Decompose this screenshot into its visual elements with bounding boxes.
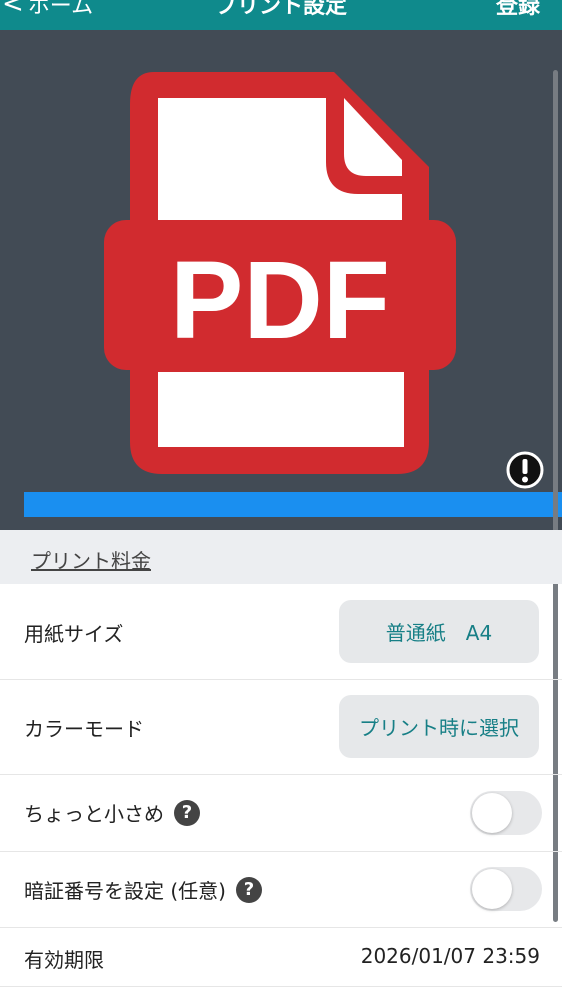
expiry-value: 2026/01/07 23:59 (360, 944, 540, 968)
page-title: プリント設定 (214, 0, 347, 19)
help-icon[interactable]: ? (174, 799, 200, 826)
expiry-label: 有効期限 (24, 948, 104, 972)
pdf-label-text: PDF (170, 239, 390, 362)
paper-size-button[interactable]: 普通紙 A4 (339, 600, 539, 663)
color-mode-label: カラーモード (24, 717, 144, 741)
warning-icon[interactable] (506, 451, 544, 489)
slightly-smaller-toggle[interactable] (470, 791, 542, 835)
toggle-knob (472, 793, 512, 833)
expiry-row: 有効期限 2026/01/07 23:59 (0, 928, 562, 987)
document-preview: PDF (0, 30, 562, 530)
register-button[interactable]: 登録 (496, 0, 540, 20)
toggle-knob (472, 869, 512, 909)
pdf-file-icon: PDF (104, 72, 456, 474)
paper-size-label: 用紙サイズ (24, 622, 124, 646)
color-mode-button[interactable]: プリント時に選択 (339, 695, 539, 758)
slightly-smaller-label: ちょっと小さめ (24, 802, 164, 826)
slightly-smaller-label-group: ちょっと小さめ ? (24, 798, 200, 827)
pin-row: 暗証番号を設定 (任意) ? (0, 852, 562, 928)
color-mode-row: カラーモード プリント時に選択 (0, 680, 562, 775)
slightly-smaller-row: ちょっと小さめ ? (0, 775, 562, 852)
paper-size-row: 用紙サイズ 普通紙 A4 (0, 584, 562, 680)
navigation-bar: < ホーム プリント設定 登録 (0, 0, 562, 30)
print-fee-row: プリント料金 (0, 530, 562, 584)
pin-toggle[interactable] (470, 867, 542, 911)
pdf-file-page-bottom (158, 372, 404, 447)
help-icon[interactable]: ? (235, 876, 262, 903)
upload-progress-bar (24, 492, 562, 517)
pin-label-group: 暗証番号を設定 (任意) ? (24, 875, 262, 904)
print-fee-link[interactable]: プリント料金 (31, 545, 151, 574)
pin-label: 暗証番号を設定 (任意) (24, 879, 226, 903)
